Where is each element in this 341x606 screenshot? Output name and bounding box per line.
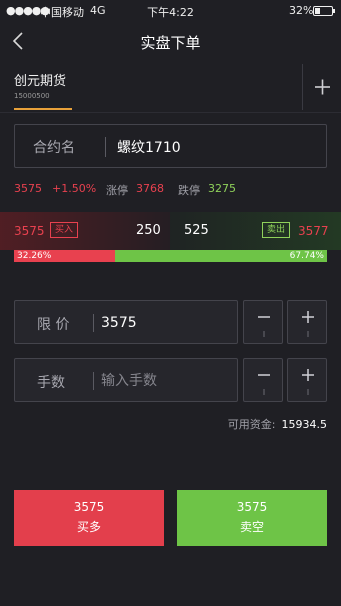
- quantity-input[interactable]: [101, 370, 229, 392]
- battery-icon: [313, 6, 335, 16]
- status-bar: ●●●●● 中国移动 4G 下午4:22 32%: [0, 0, 341, 22]
- minus-icon: [258, 316, 270, 337]
- price-label: 限 价: [37, 317, 70, 333]
- account-bar: 创元期货 15000500: [0, 64, 341, 112]
- contract-selector[interactable]: 合约名 螺纹1710: [14, 124, 327, 168]
- quantity-field: 手数: [14, 358, 238, 402]
- price-decrease-button[interactable]: [243, 300, 283, 344]
- plus-icon: [302, 369, 314, 395]
- buy-label: 买多: [76, 520, 101, 534]
- quantity-increase-button[interactable]: [287, 358, 327, 402]
- sell-price: 3575: [236, 500, 268, 514]
- tab-account[interactable]: 创元期货 15000500: [14, 70, 72, 110]
- sell-short-button[interactable]: 3575 卖空: [177, 490, 327, 546]
- ask-volume: 525: [184, 223, 209, 238]
- plus-icon: [315, 79, 330, 95]
- funds-value: 15934.5: [281, 418, 328, 431]
- sell-label: 卖空: [239, 520, 264, 534]
- price-increase-button[interactable]: [287, 300, 327, 344]
- ask-price[interactable]: 3577: [298, 224, 329, 238]
- separator: [105, 137, 106, 157]
- bid-volume: 250: [136, 223, 161, 238]
- bid-ratio-percent: 32.26%: [17, 251, 52, 261]
- ask-tag: 卖出: [262, 222, 290, 238]
- change-percent: +1.50%: [52, 182, 97, 195]
- account-number: 15000500: [14, 92, 50, 100]
- page-title: 实盘下单: [140, 34, 201, 52]
- order-book: 3575 买入 250 525 卖出 3577 32.26% 67.74%: [0, 212, 341, 262]
- contract-value: 螺纹1710: [117, 140, 181, 156]
- add-account-button[interactable]: [302, 64, 341, 110]
- limit-up-value: 3768: [136, 182, 164, 195]
- plus-icon: [302, 311, 314, 337]
- buy-long-button[interactable]: 3575 买多: [14, 490, 164, 546]
- limit-up-label: 涨停: [106, 184, 128, 197]
- divider: [0, 112, 341, 113]
- bid-tag: 买入: [50, 222, 78, 238]
- price-input[interactable]: [101, 312, 229, 334]
- bid-ask-ratio-bar: 32.26% 67.74%: [14, 250, 327, 262]
- limit-down-label: 跌停: [178, 184, 200, 197]
- nav-bar: 实盘下单: [0, 24, 341, 60]
- active-tab-indicator: [14, 108, 72, 110]
- last-price: 3575: [14, 182, 42, 195]
- limit-down-value: 3275: [208, 182, 236, 195]
- available-funds: 可用资金: 15934.5: [0, 416, 327, 432]
- separator: [93, 372, 94, 390]
- chevron-left-icon: [12, 32, 23, 50]
- battery-percent: 32%: [289, 4, 314, 17]
- contract-label: 合约名: [33, 140, 75, 156]
- quantity-decrease-button[interactable]: [243, 358, 283, 402]
- minus-icon: [258, 374, 270, 395]
- separator: [93, 314, 94, 332]
- battery-level: [315, 8, 320, 14]
- buy-price: 3575: [73, 500, 105, 514]
- back-button[interactable]: [8, 27, 32, 55]
- price-field: 限 价: [14, 300, 238, 344]
- quantity-label: 手数: [37, 375, 65, 391]
- ask-ratio-percent: 67.74%: [289, 251, 324, 261]
- funds-label: 可用资金:: [227, 418, 276, 431]
- bid-price[interactable]: 3575: [14, 224, 45, 238]
- account-name: 创元期货: [14, 74, 67, 89]
